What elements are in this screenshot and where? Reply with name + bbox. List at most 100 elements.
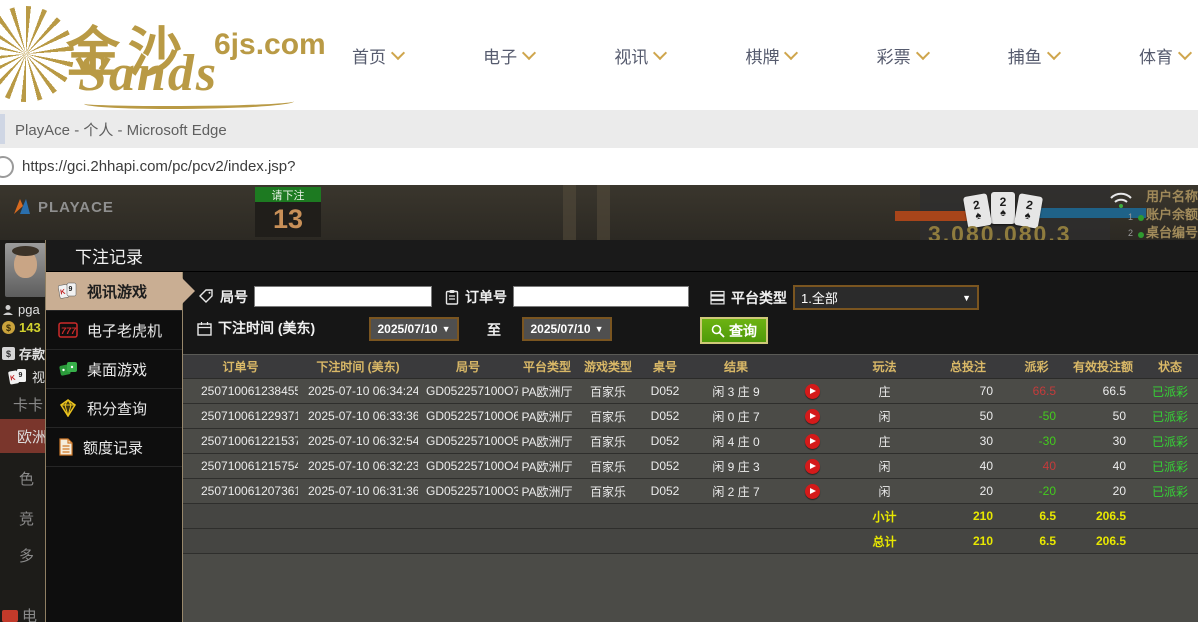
rail-username: pga: [2, 302, 40, 317]
replay-button[interactable]: [804, 408, 820, 424]
total-valid: 206.5: [1064, 528, 1142, 554]
url-bar[interactable]: https://gci.2hhapi.com/pc/pcv2/index.jsp…: [0, 148, 1198, 186]
nav-item-fishing[interactable]: 捕鱼: [1008, 43, 1061, 68]
order-filter: 订单号: [445, 286, 689, 307]
cell-valid-bet: 66.5: [1064, 378, 1142, 404]
rail-video-tab[interactable]: 9 K 视: [8, 367, 45, 386]
play-icon: [810, 488, 816, 494]
cell-time: 2025-07-10 06:33:36: [298, 403, 418, 429]
cell-time: 2025-07-10 06:31:36: [298, 478, 418, 504]
cell-table: D052: [640, 453, 690, 479]
rail-tab-europe[interactable]: 欧洲: [0, 419, 47, 453]
nav-item-home[interactable]: 首页: [352, 43, 406, 68]
total-bet: 210: [927, 528, 1009, 554]
table-row: 250710061221537 2025-07-10 06:32:54 GD05…: [183, 428, 1198, 454]
platform-select[interactable]: 1.全部 ▼: [793, 285, 979, 310]
col-platform: 平台类型: [518, 355, 576, 379]
marker-2: 2: [1128, 228, 1134, 238]
list-icon: [710, 290, 725, 305]
game-background: PLAYACE 请下注 13 2 ♠ 2 ♠ 2 ♠ 3,080,080.3 用户名称…: [0, 185, 1198, 622]
url-text: https://gci.2hhapi.com/pc/pcv2/index.jsp…: [22, 158, 296, 175]
cell-total-bet: 70: [927, 378, 1009, 404]
cell-platform: PA欧洲厅: [518, 378, 576, 404]
rail-tab-jing[interactable]: 竞: [19, 508, 34, 529]
nav-item-board[interactable]: 棋牌: [745, 43, 799, 68]
backdrop-pillar: [563, 185, 576, 240]
cell-result: 闲 4 庄 0: [690, 428, 782, 454]
backdrop-pillar: [597, 185, 610, 240]
bet-records-modal: 下注记录 9 K 视讯游戏 777 电子老虎机 桌面游戏 积分查询 额度记录 局…: [45, 240, 1198, 622]
status-dot: [1138, 215, 1144, 221]
rail-tab-kaka[interactable]: 卡卡: [13, 394, 43, 415]
date-to-picker[interactable]: 2025/07/10 ▼: [522, 317, 612, 341]
search-icon: [711, 324, 725, 338]
cell-platform: PA欧洲厅: [518, 428, 576, 454]
sidebar-item-slots[interactable]: 777 电子老虎机: [46, 311, 182, 350]
chevron-down-icon: [915, 45, 930, 61]
nav-item-live[interactable]: 视讯: [614, 43, 668, 68]
avatar[interactable]: [5, 243, 46, 297]
cell-payout: 40: [1009, 453, 1064, 479]
col-valid-bet: 有效投注额: [1064, 355, 1142, 379]
site-header: 金沙 6js.com Sands 首页 电子 视讯 棋牌 彩票 捕鱼 体育: [0, 0, 1198, 111]
col-replay: [782, 355, 842, 379]
cell-time: 2025-07-10 06:34:24: [298, 378, 418, 404]
nav-item-slots[interactable]: 电子: [483, 43, 537, 68]
cell-status: 已派彩: [1142, 378, 1198, 404]
chevron-down-icon: [522, 45, 537, 61]
bet-records-table: 订单号 下注时间 (美东) 局号 平台类型 游戏类型 桌号 结果 玩法 总投注 …: [183, 355, 1198, 554]
tag-icon: [199, 289, 213, 303]
playing-card: 2 ♠: [991, 192, 1015, 224]
cell-table: D052: [640, 428, 690, 454]
modal-titlebar: 下注记录: [46, 240, 1198, 272]
col-play: 玩法: [842, 355, 927, 379]
banker-bar: [895, 211, 975, 221]
col-time: 下注时间 (美东): [298, 355, 418, 379]
session-info: 用户名称 账户余额 桌台编号: [1146, 188, 1198, 242]
window-title: PlayAce - 个人 - Microsoft Edge: [15, 121, 227, 139]
round-input[interactable]: [254, 286, 432, 307]
subtotal-valid: 206.5: [1064, 503, 1142, 529]
search-button[interactable]: 查询: [700, 317, 768, 344]
person-icon: [3, 304, 13, 315]
countdown-timer: 13: [255, 202, 321, 237]
rail-tab-se[interactable]: 色: [19, 468, 34, 489]
replay-button[interactable]: [804, 383, 820, 399]
play-icon: [810, 413, 816, 419]
rail-tab-duo[interactable]: 多: [19, 545, 34, 566]
sidebar-item-points[interactable]: 积分查询: [46, 389, 182, 428]
cell-order: 250710061215754: [183, 453, 298, 479]
sidebar-item-credit-records[interactable]: 额度记录: [46, 428, 182, 467]
replay-button[interactable]: [804, 483, 820, 499]
cell-round: GD052257100O4: [418, 453, 518, 479]
clipboard-icon: [445, 289, 459, 305]
nav-item-sports[interactable]: 体育: [1139, 43, 1193, 68]
rail-tab-dianzi[interactable]: 电: [2, 605, 37, 622]
playace-logo: PLAYACE: [12, 197, 114, 217]
slot-777-icon: 777: [58, 322, 78, 338]
cell-status: 已派彩: [1142, 478, 1198, 504]
cell-status: 已派彩: [1142, 428, 1198, 454]
replay-button[interactable]: [804, 458, 820, 474]
total-row: 总计 210 6.5 206.5: [183, 528, 1198, 554]
play-icon: [810, 438, 816, 444]
deposit-button[interactable]: $ 存款: [2, 344, 45, 363]
order-input[interactable]: [513, 286, 689, 307]
refresh-icon[interactable]: [0, 156, 14, 178]
dropdown-arrow-icon: ▼: [962, 292, 971, 303]
cell-total-bet: 40: [927, 453, 1009, 479]
replay-button[interactable]: [804, 433, 820, 449]
logo-swash: [84, 96, 294, 109]
modal-title: 下注记录: [75, 248, 143, 267]
cell-valid-bet: 40: [1064, 453, 1142, 479]
sidebar-item-live-games[interactable]: 9 K 视讯游戏: [46, 272, 195, 311]
col-game: 游戏类型: [576, 355, 640, 379]
cell-game: 百家乐: [576, 428, 640, 454]
col-payout: 派彩: [1009, 355, 1064, 379]
svg-text:9: 9: [69, 286, 73, 293]
cell-table: D052: [640, 478, 690, 504]
sidebar-item-table-games[interactable]: 桌面游戏: [46, 350, 182, 389]
nav-item-lottery[interactable]: 彩票: [877, 43, 930, 68]
date-from-picker[interactable]: 2025/07/10 ▼: [369, 317, 459, 341]
balance-label: 账户余额: [1146, 207, 1198, 222]
